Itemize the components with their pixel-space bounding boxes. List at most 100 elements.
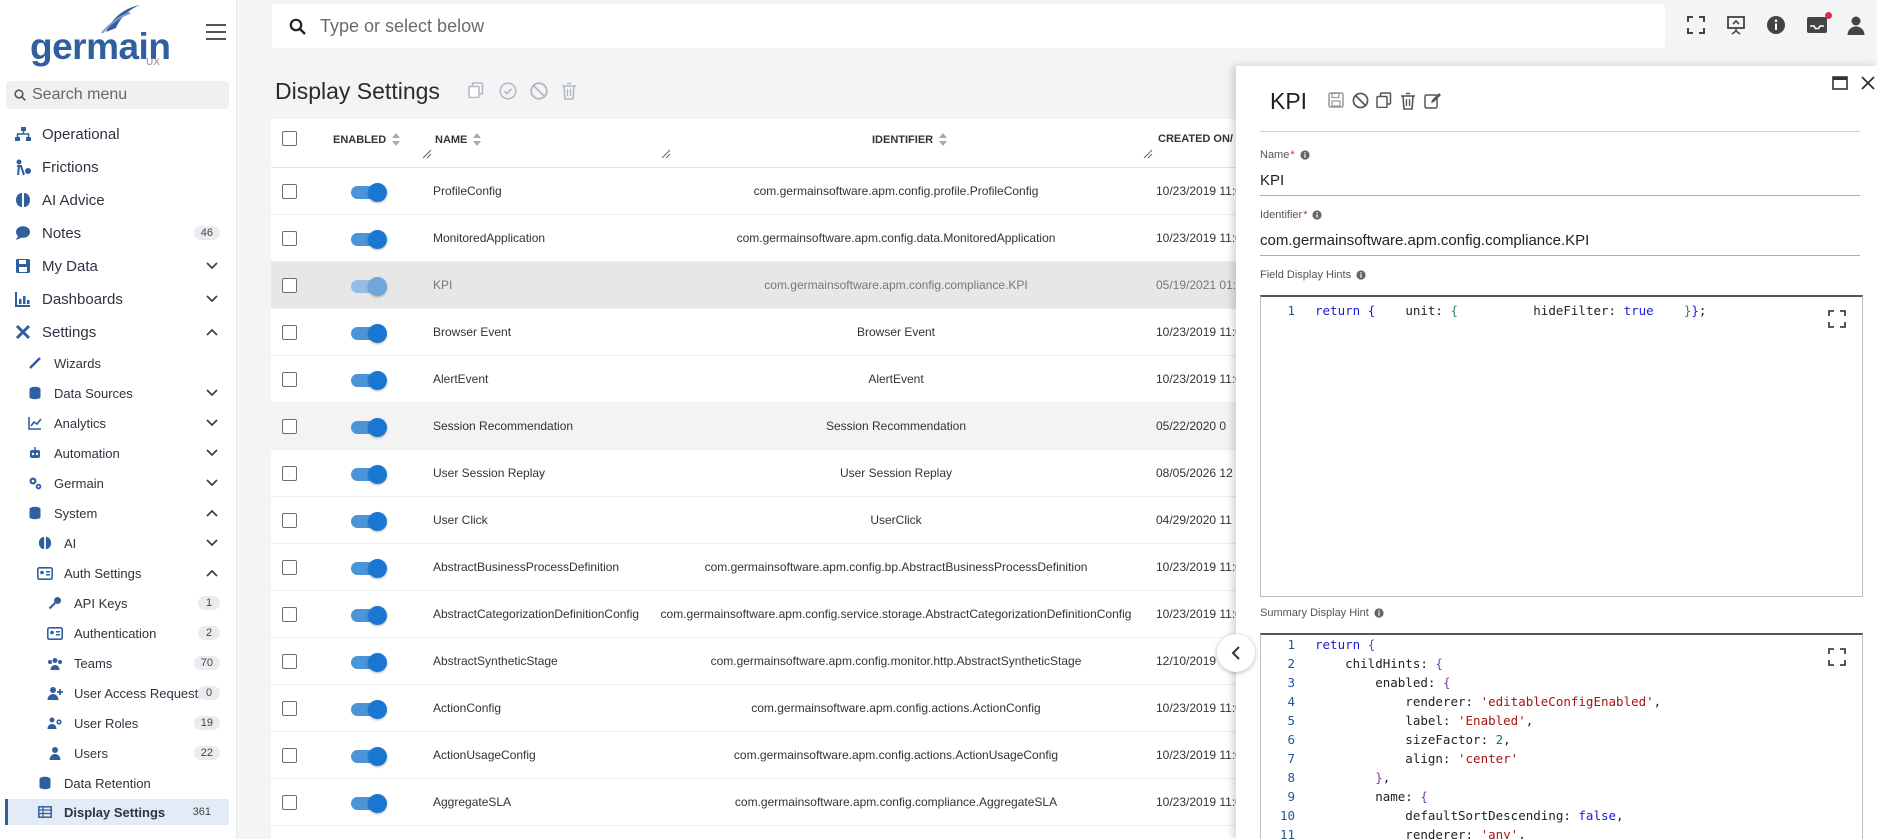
info-icon[interactable] — [1374, 608, 1384, 618]
column-header-created-on[interactable]: CREATED ON/ — [1158, 133, 1233, 145]
enabled-toggle[interactable] — [351, 653, 387, 672]
table-row[interactable]: ActionConfig com.germainsoftware.apm.conf… — [271, 685, 1241, 732]
sidebar-item-dashboards[interactable]: Dashboards — [0, 287, 236, 311]
germain-logo[interactable]: germain UX — [28, 4, 171, 68]
row-checkbox[interactable] — [282, 513, 297, 528]
row-checkbox[interactable] — [282, 231, 297, 246]
enabled-toggle[interactable] — [351, 559, 387, 578]
info-icon[interactable] — [1300, 150, 1310, 160]
enabled-toggle[interactable] — [351, 324, 387, 343]
row-checkbox[interactable] — [282, 466, 297, 481]
row-checkbox[interactable] — [282, 748, 297, 763]
column-resize-handle[interactable] — [422, 149, 432, 159]
sidebar-item-my-data[interactable]: My Data — [0, 254, 236, 278]
column-resize-handle[interactable] — [1143, 149, 1153, 159]
sidebar-item-germain[interactable]: Germain — [0, 473, 236, 493]
row-checkbox[interactable] — [282, 607, 297, 622]
sidebar-item-frictions[interactable]: Frictions — [0, 155, 236, 179]
row-checkbox[interactable] — [282, 795, 297, 810]
enabled-toggle[interactable] — [351, 183, 387, 202]
enabled-toggle[interactable] — [351, 371, 387, 390]
column-header-enabled[interactable]: ENABLED — [333, 133, 401, 146]
table-row[interactable]: AbstractSyntheticStage com.germainsoftwar… — [271, 638, 1241, 685]
sidebar-item-settings[interactable]: Settings — [0, 320, 236, 344]
row-checkbox[interactable] — [282, 325, 297, 340]
sidebar-item-system[interactable]: System — [0, 503, 236, 523]
sidebar-item-user-access-requests[interactable]: User Access Requests 0 — [0, 683, 236, 703]
copy-icon[interactable] — [1376, 92, 1394, 110]
inbox-icon[interactable] — [1806, 12, 1832, 37]
table-row[interactable]: MonitoredApplication com.germainsoftware.… — [271, 215, 1241, 262]
info-icon[interactable] — [1356, 270, 1366, 280]
sidebar-item-user-roles[interactable]: User Roles 19 — [0, 713, 236, 733]
fullscreen-icon[interactable] — [1686, 15, 1708, 37]
sidebar-item-operational[interactable]: Operational — [0, 122, 236, 146]
table-row[interactable]: AbstractCategorizationDefinitionConfig co… — [271, 591, 1241, 638]
column-resize-handle[interactable] — [661, 149, 671, 159]
table-row[interactable]: User Click UserClick 04/29/2020 11 — [271, 497, 1241, 544]
column-header-identifier[interactable]: IDENTIFIER — [872, 133, 948, 146]
expand-editor-icon[interactable] — [1828, 648, 1846, 666]
sidebar-item-automation[interactable]: Automation — [0, 443, 236, 463]
hamburger-menu-icon[interactable] — [206, 24, 226, 42]
sidebar-item-notes[interactable]: Notes 46 — [0, 221, 236, 245]
row-checkbox[interactable] — [282, 560, 297, 575]
sidebar-item-ai[interactable]: AI — [0, 533, 236, 553]
table-row[interactable]: ActionUsageConfig com.germainsoftware.apm… — [271, 732, 1241, 779]
expand-editor-icon[interactable] — [1828, 310, 1846, 328]
trash-icon[interactable] — [561, 82, 579, 100]
row-checkbox[interactable] — [282, 654, 297, 669]
table-row[interactable]: AggregateSLA com.germainsoftware.apm.conf… — [271, 779, 1241, 826]
sidebar-item-auth-settings[interactable]: Auth Settings — [0, 563, 236, 583]
name-field[interactable]: KPI — [1260, 172, 1860, 196]
check-circle-icon[interactable] — [499, 82, 517, 100]
enabled-toggle[interactable] — [351, 606, 387, 625]
table-row[interactable]: Browser Event Browser Event 10/23/2019 11:… — [271, 309, 1241, 356]
row-checkbox[interactable] — [282, 419, 297, 434]
trash-icon[interactable] — [1400, 92, 1418, 110]
close-icon[interactable] — [1861, 76, 1877, 92]
enabled-toggle[interactable] — [351, 747, 387, 766]
table-row[interactable]: AbstractBusinessProcessDefinition com.ger… — [271, 544, 1241, 591]
global-search-bar[interactable]: Type or select below — [272, 4, 1665, 48]
sidebar-item-ai-advice[interactable]: AI Advice — [0, 188, 236, 212]
disable-icon[interactable] — [530, 82, 548, 100]
enabled-toggle[interactable] — [351, 418, 387, 437]
column-header-name[interactable]: NAME — [435, 133, 482, 146]
enabled-toggle[interactable] — [351, 794, 387, 813]
row-checkbox[interactable] — [282, 184, 297, 199]
enabled-toggle[interactable] — [351, 465, 387, 484]
sidebar-item-analytics[interactable]: Analytics — [0, 413, 236, 433]
table-row[interactable]: KPI com.germainsoftware.apm.config.compli… — [271, 262, 1241, 309]
summary-display-hint-editor[interactable]: 1 return {2 childHints: {3 enabled: {4 re… — [1260, 633, 1863, 839]
info-icon[interactable] — [1766, 15, 1788, 37]
sidebar-item-api-keys[interactable]: API Keys 1 — [0, 593, 236, 613]
sidebar-item-display-settings[interactable]: Display Settings 361 — [5, 799, 229, 825]
sidebar-item-data-sources[interactable]: Data Sources — [0, 383, 236, 403]
field-display-hints-editor[interactable]: 1 return { unit: { hideFilter: true }}; — [1260, 295, 1863, 597]
user-account-icon[interactable] — [1846, 15, 1868, 37]
table-row[interactable]: AlertEvent AlertEvent 10/23/2019 11:0 — [271, 356, 1241, 403]
enabled-toggle[interactable] — [351, 277, 387, 296]
row-checkbox[interactable] — [282, 701, 297, 716]
row-checkbox[interactable] — [282, 372, 297, 387]
identifier-field[interactable]: com.germainsoftware.apm.config.complianc… — [1260, 232, 1860, 256]
select-all-checkbox[interactable] — [282, 131, 297, 146]
sidebar-item-authentication[interactable]: Authentication 2 — [0, 623, 236, 643]
menu-search-input[interactable]: Search menu — [6, 81, 229, 109]
enabled-toggle[interactable] — [351, 700, 387, 719]
maximize-icon[interactable] — [1832, 76, 1848, 92]
table-row[interactable]: User Session Replay User Session Replay 08… — [271, 450, 1241, 497]
enabled-toggle[interactable] — [351, 230, 387, 249]
save-icon[interactable] — [1328, 92, 1346, 110]
sidebar-item-users[interactable]: Users 22 — [0, 743, 236, 763]
presentation-icon[interactable] — [1726, 15, 1748, 37]
edit-icon[interactable] — [1424, 92, 1442, 110]
sidebar-item-data-retention[interactable]: Data Retention — [0, 773, 236, 793]
enabled-toggle[interactable] — [351, 512, 387, 531]
row-checkbox[interactable] — [282, 278, 297, 293]
sidebar-item-wizards[interactable]: Wizards — [0, 353, 236, 373]
sidebar-item-teams[interactable]: Teams 70 — [0, 653, 236, 673]
disable-icon[interactable] — [1352, 92, 1370, 110]
info-icon[interactable] — [1312, 210, 1323, 220]
